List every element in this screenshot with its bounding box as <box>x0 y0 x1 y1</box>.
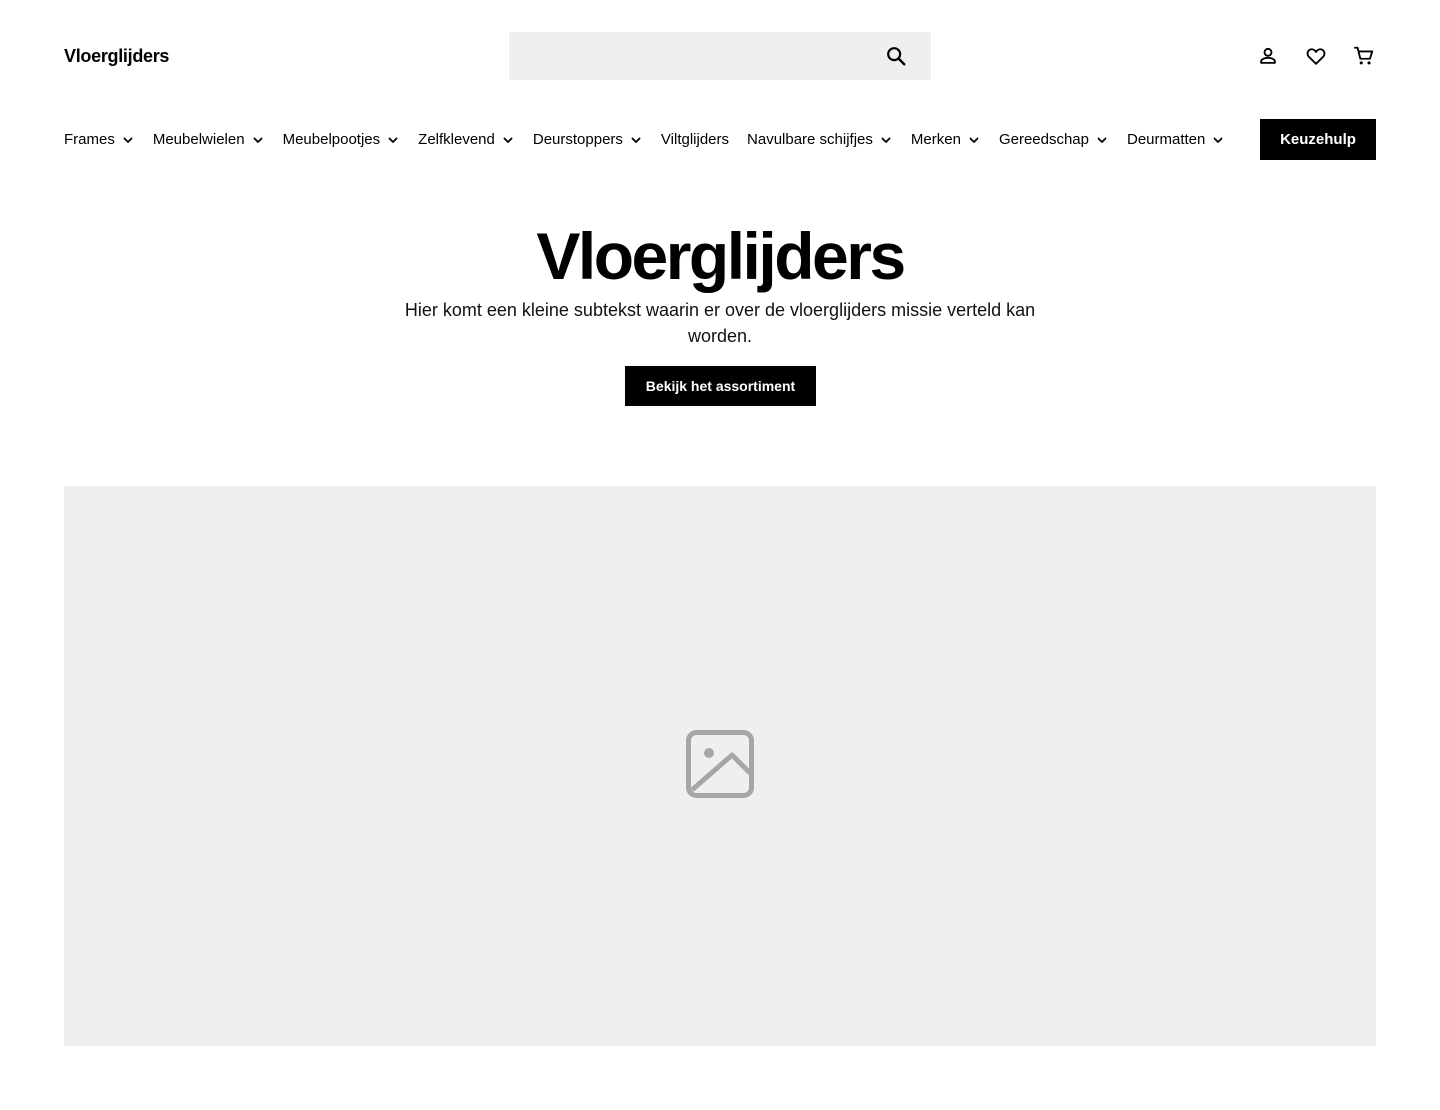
hero-title: Vloerglijders <box>536 219 906 293</box>
chevron-down-icon <box>121 133 135 147</box>
chevron-down-icon <box>879 133 893 147</box>
nav-item-deurmatten[interactable]: Deurmatten <box>1127 131 1225 148</box>
cart-icon[interactable] <box>1352 44 1376 68</box>
brand-logo[interactable]: Vloerglijders <box>64 46 169 67</box>
view-assortment-button[interactable]: Bekijk het assortiment <box>625 366 816 406</box>
nav-item-viltglijders[interactable]: Viltglijders <box>661 131 729 148</box>
nav-item-label: Merken <box>910 131 961 148</box>
hero-subtitle: Hier komt een kleine subtekst waarin er … <box>404 300 1036 346</box>
site-header: Vloerglijders <box>64 32 1376 80</box>
nav-item-label: Gereedschap <box>998 131 1089 148</box>
heart-icon[interactable] <box>1304 44 1328 68</box>
main-navigation: Frames Meubelwielen Meubelpootjes Zelfkleve… <box>64 119 1376 160</box>
account-icon[interactable] <box>1256 44 1280 68</box>
nav-item-meubelwielen[interactable]: Meubelwielen <box>153 131 265 148</box>
nav-item-frames[interactable]: Frames <box>64 131 135 148</box>
search-icon[interactable] <box>885 45 907 67</box>
chevron-down-icon <box>386 133 400 147</box>
chevron-down-icon <box>1211 133 1225 147</box>
nav-item-deurstoppers[interactable]: Deurstoppers <box>533 131 643 148</box>
chevron-down-icon <box>251 133 265 147</box>
header-actions <box>1256 44 1376 68</box>
nav-item-label: Frames <box>64 131 115 148</box>
nav-item-merken[interactable]: Merken <box>911 131 981 148</box>
nav-item-label: Deurmatten <box>1127 131 1206 148</box>
nav-item-meubelpootjes[interactable]: Meubelpootjes <box>283 131 401 148</box>
search-input[interactable] <box>509 32 869 80</box>
nav-item-gereedschap[interactable]: Gereedschap <box>999 131 1109 148</box>
nav-item-zelfklevend[interactable]: Zelfklevend <box>418 131 515 148</box>
nav-item-label: Deurstoppers <box>532 131 623 148</box>
hero-image-placeholder <box>64 486 1376 1046</box>
nav-item-label: Viltglijders <box>660 131 730 148</box>
page: Vloerglijders Frames Meubelwielen Meubelpo… <box>0 0 1440 1110</box>
nav-item-label: Zelfklevend <box>418 131 495 148</box>
nav-items: Frames Meubelwielen Meubelpootjes Zelfkleve… <box>64 131 1243 148</box>
chevron-down-icon <box>501 133 515 147</box>
chevron-down-icon <box>967 133 981 147</box>
nav-item-label: Navulbare schijfjes <box>747 131 873 148</box>
chevron-down-icon <box>1095 133 1109 147</box>
chevron-down-icon <box>629 133 643 147</box>
nav-item-label: Meubelwielen <box>152 131 245 148</box>
nav-item-label: Meubelpootjes <box>282 131 381 148</box>
keuzehulp-button[interactable]: Keuzehulp <box>1260 119 1376 160</box>
image-placeholder-icon <box>686 729 754 803</box>
nav-item-navulbare-schijfjes[interactable]: Navulbare schijfjes <box>747 131 893 148</box>
search-bar <box>509 32 931 80</box>
